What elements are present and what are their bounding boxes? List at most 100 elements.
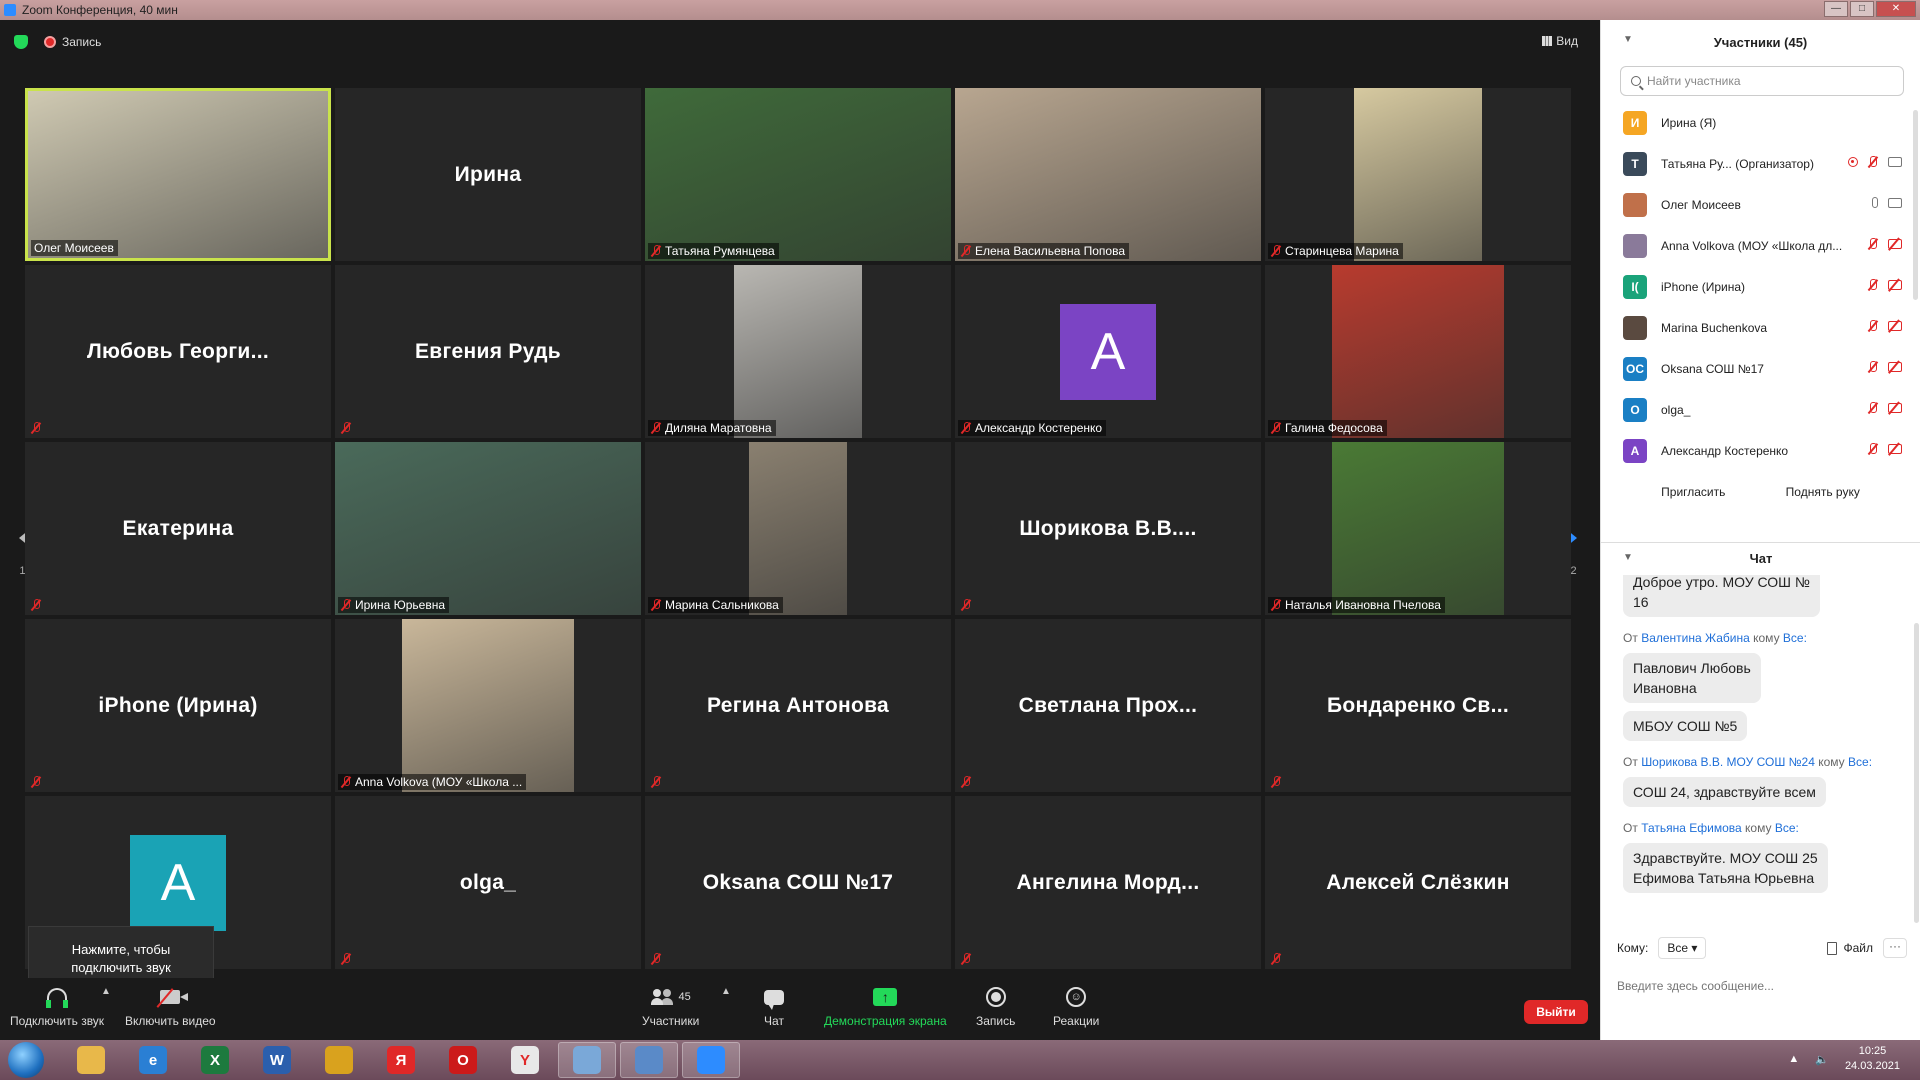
taskbar-yandex-browser-button[interactable]: Y (496, 1042, 554, 1078)
record-label: Запись (976, 1014, 1016, 1028)
video-tile[interactable]: Любовь Георги... (25, 265, 331, 438)
video-tile[interactable]: Старинцева Марина (1265, 88, 1571, 261)
connect-audio-button[interactable]: Подключить звук (10, 986, 104, 1028)
taskbar-zoom-button[interactable] (682, 1042, 740, 1078)
chat-footer: Кому: Все ▾ Файл ··· (1601, 923, 1920, 973)
video-tile[interactable]: Ирина (335, 88, 641, 261)
leave-meeting-button[interactable]: Выйти (1524, 1000, 1588, 1024)
chat-sender[interactable]: Валентина Жабина (1641, 631, 1750, 645)
more-options-button[interactable]: ··· (1883, 938, 1907, 958)
participant-avatar: I( (1623, 274, 1647, 299)
clock[interactable]: 10:25 24.03.2021 (1845, 1044, 1900, 1074)
start-button[interactable] (8, 1042, 44, 1078)
video-tile[interactable]: Диляна Маратовна (645, 265, 951, 438)
video-feed (645, 88, 951, 261)
chat-sender[interactable]: Татьяна Ефимова (1641, 821, 1742, 835)
video-feed (1332, 265, 1504, 438)
participant-name: Ирина (454, 162, 522, 186)
video-tile[interactable]: Елена Васильевна Попова (955, 88, 1261, 261)
collapse-chevron-icon[interactable]: ▼ (1623, 34, 1633, 45)
minimize-button[interactable]: — (1824, 1, 1848, 17)
tray-arrow-icon[interactable]: ▲ (1788, 1053, 1799, 1065)
participant-row[interactable]: I(iPhone (Ирина) (1601, 266, 1920, 307)
video-tile[interactable]: Марина Сальникова (645, 442, 951, 615)
reactions-button[interactable]: ☺ Реакции (1053, 986, 1099, 1028)
video-tile[interactable]: Евгения Рудь (335, 265, 641, 438)
start-video-button[interactable]: Включить видео (125, 986, 216, 1028)
participant-row[interactable]: T Татьяна Ру... (Организатор) (1601, 143, 1920, 184)
taskbar-word-button[interactable]: W (248, 1042, 306, 1078)
taskbar-excel-button[interactable]: X (186, 1042, 244, 1078)
chat-message-input[interactable] (1617, 979, 1907, 993)
view-button[interactable]: Вид (1542, 34, 1578, 48)
video-tile[interactable]: Oksana СОШ №17 (645, 796, 951, 969)
participant-row[interactable]: A Александр Костеренко (1601, 430, 1920, 471)
maximize-button[interactable]: □ (1850, 1, 1874, 17)
share-screen-button[interactable]: ↑ Демонстрация экрана (824, 986, 947, 1028)
chat-recipient[interactable]: Все: (1783, 631, 1807, 645)
participants-count: 45 (678, 991, 691, 1003)
chat-recipient[interactable]: Все: (1775, 821, 1799, 835)
chat-recipient[interactable]: Все: (1848, 755, 1872, 769)
file-button[interactable]: Файл (1827, 941, 1873, 955)
participants-title: Участники (45) (1713, 34, 1808, 50)
audio-options-caret[interactable]: ▲ (101, 986, 111, 997)
participant-row[interactable]: Anna Volkova (МОУ «Школа дл... (1601, 225, 1920, 266)
participant-row-name: Marina Buchenkova (1661, 320, 1768, 335)
reactions-label: Реакции (1053, 1014, 1100, 1028)
video-tile[interactable]: Наталья Ивановна Пчелова (1265, 442, 1571, 615)
zoom-icon (697, 1046, 725, 1074)
chat-scrollbar[interactable] (1914, 623, 1919, 923)
video-tile[interactable]: Ирина Юрьевна (335, 442, 641, 615)
taskbar-chrome-button[interactable] (310, 1042, 368, 1078)
chat-sender[interactable]: Шорикова В.В. МОУ СОШ №24 (1641, 755, 1815, 769)
mic-muted-icon (1868, 443, 1878, 455)
video-tile[interactable]: iPhone (Ирина) (25, 619, 331, 792)
participant-row[interactable]: И Ирина (Я) (1601, 102, 1920, 143)
video-tile[interactable]: Регина Антонова (645, 619, 951, 792)
mic-muted-icon (651, 953, 661, 965)
chat-bubble: СОШ 24, здравствуйте всем (1623, 777, 1826, 807)
video-tile[interactable]: Екатерина (25, 442, 331, 615)
chat-title: Чат (1749, 550, 1773, 566)
taskbar-internet-explorer-button[interactable]: e (124, 1042, 182, 1078)
video-tile[interactable]: Алексей Слёзкин (1265, 796, 1571, 969)
video-tile[interactable]: Олег Моисеев (25, 88, 331, 261)
taskbar-explorer-button[interactable] (62, 1042, 120, 1078)
chat-button[interactable]: Чат (764, 986, 784, 1028)
video-tile[interactable]: Светлана Прох... (955, 619, 1261, 792)
video-tile[interactable]: Галина Федосова (1265, 265, 1571, 438)
record-button[interactable]: Запись (976, 986, 1015, 1028)
participant-row[interactable]: Marina Buchenkova (1601, 307, 1920, 348)
taskbar-yandex-button[interactable]: Я (372, 1042, 430, 1078)
participants-scrollbar[interactable] (1913, 110, 1918, 300)
video-feed (335, 442, 641, 615)
video-tile[interactable]: Шорикова В.В.... (955, 442, 1261, 615)
chat-collapse-chevron-icon[interactable]: ▼ (1623, 552, 1633, 563)
video-tile[interactable]: Бондаренко Св... (1265, 619, 1571, 792)
invite-button[interactable]: Пригласить (1661, 479, 1726, 505)
participant-search-input[interactable]: Найти участника (1620, 66, 1904, 96)
video-tile[interactable]: olga_ (335, 796, 641, 969)
taskbar-opera-button[interactable]: O (434, 1042, 492, 1078)
participants-button[interactable]: 45 Участники (642, 986, 699, 1028)
participant-row[interactable]: OC Oksana СОШ №17 (1601, 348, 1920, 389)
participant-row[interactable]: Олег Моисеев (1601, 184, 1920, 225)
mic-muted-icon (961, 599, 971, 611)
video-tile[interactable]: A Александр Костеренко (955, 265, 1261, 438)
mic-muted-icon (341, 599, 351, 611)
raise-hand-button[interactable]: Поднять руку (1785, 479, 1860, 505)
security-shield-icon[interactable] (14, 35, 28, 49)
taskbar-photos-button[interactable] (558, 1042, 616, 1078)
participants-options-caret[interactable]: ▲ (721, 986, 731, 997)
taskbar-remote-desktop-button[interactable] (620, 1042, 678, 1078)
video-tile[interactable]: Ангелина Морд... (955, 796, 1261, 969)
volume-icon[interactable]: 🔈 (1815, 1053, 1829, 1066)
participant-avatar: O (1623, 397, 1647, 422)
participant-row[interactable]: Oolga_ (1601, 389, 1920, 430)
close-button[interactable]: ✕ (1876, 1, 1916, 17)
recipient-select[interactable]: Все ▾ (1658, 937, 1707, 959)
avatar: A (1060, 303, 1156, 400)
video-tile[interactable]: Татьяна Румянцева (645, 88, 951, 261)
video-tile[interactable]: Anna Volkova (МОУ «Школа ... (335, 619, 641, 792)
